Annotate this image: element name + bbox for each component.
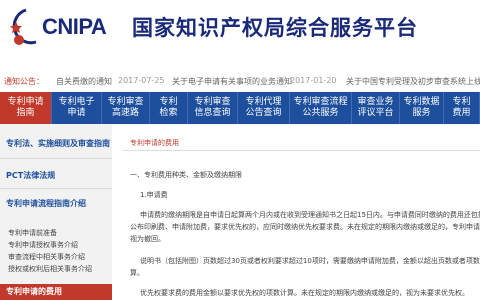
paragraph-line: 视为撤回。 (130, 235, 165, 243)
main-content: 专利申请的费用 一、专利费用种类、金额及缴纳期限 1.申请费 申请费的缴纳期限是… (116, 124, 480, 300)
notice-item[interactable]: 关于中国专利受理及初步审查系统上线 (346, 76, 480, 87)
sidebar-subitem[interactable]: 专利申请前准备 (0, 228, 112, 238)
nav-public-service[interactable]: 专利审查流程 公共服务 (290, 92, 352, 124)
section-heading: 一、专利费用种类、金额及缴纳期限 (130, 171, 242, 179)
sidebar-subitem[interactable]: 审查流程中相关事务介绍 (0, 252, 112, 262)
sidebar-subitem[interactable]: 授权或权利后相关事务介绍 (0, 264, 112, 274)
nav-exam-info[interactable]: 专利审查 信息查询 (188, 92, 238, 124)
sidebar-item-law[interactable]: 专利法、实施细则及审查指南 (0, 138, 112, 149)
sidebar-item-fees-active[interactable]: 专利申请的费用 (0, 284, 112, 300)
notice-item[interactable]: 关于电子申请有关事项的业务通知 (172, 76, 292, 87)
notice-label: 通知公告： (4, 77, 44, 86)
breadcrumb[interactable]: 专利申请的费用 (130, 138, 179, 148)
logo-text: CNIPA (42, 14, 107, 39)
nav-search[interactable]: 专利 检索 (150, 92, 188, 124)
nav-e-filing[interactable]: 专利电子 申请 (52, 92, 102, 124)
divider (122, 150, 480, 151)
sidebar-item-pct[interactable]: PCT法律法规 (0, 170, 112, 181)
sidebar-subitem[interactable]: 专利申请授权事务介绍 (0, 240, 112, 250)
sidebar-item-process[interactable]: 专利申请流程指南介绍 (0, 198, 112, 209)
notice-bar: 通知公告： 自关费缴的通知 2017-07-25 关于电子申请有关事项的业务通知… (0, 74, 480, 88)
nav-pph[interactable]: 专利审查 高速路 (102, 92, 150, 124)
paragraph-line: 公布印刷费、申请附加费，要求优先权的，应同时缴纳优先权要求费。未在规定的期限内缴… (130, 223, 480, 231)
site-title: 国家知识产权局综合服务平台 (132, 16, 418, 40)
site-header: CNIPA 国家知识产权局综合服务平台 (0, 0, 480, 64)
notice-item[interactable]: 自关费缴的通知 (56, 76, 112, 87)
divider (0, 158, 112, 159)
paragraph-line: 申请费的缴纳期限是自申请日起算两个月内或在收到受理通知书之日起15日内。与申请费… (140, 211, 480, 219)
subsection-heading: 1.申请费 (140, 191, 168, 199)
cnipa-logo-icon (10, 8, 37, 45)
nav-review[interactable]: 审查业务 评议平台 (352, 92, 400, 124)
nav-fees[interactable]: 专利 费用 (444, 92, 480, 124)
notice-date: 2017-01-20 (290, 76, 337, 85)
nav-data[interactable]: 专利数据 服务 (400, 92, 444, 124)
sidebar: 专利法、实施细则及审查指南 PCT法律法规 专利申请流程指南介绍 专利申请前准备… (0, 124, 112, 300)
nav-agency[interactable]: 专利代理 公告查询 (238, 92, 290, 124)
divider (0, 188, 112, 189)
paragraph-line: 算。 (130, 269, 144, 277)
paragraph-line: 说明书（包括附图）页数超过30页或者权利要求超过10项时，需要缴纳申请附加费，金… (140, 257, 480, 265)
notice-date: 2017-07-25 (118, 76, 165, 85)
main-nav: 专利申请 指南 专利电子 申请 专利审查 高速路 专利 检索 专利审查 信息查询 专利代理… (0, 92, 480, 124)
paragraph-line: 优先权要求费的费用金额以要求优先权的项数计算。未在规定的期限内缴纳或缴足的，视为… (140, 289, 469, 297)
nav-apply-guide[interactable]: 专利申请 指南 (0, 92, 52, 124)
